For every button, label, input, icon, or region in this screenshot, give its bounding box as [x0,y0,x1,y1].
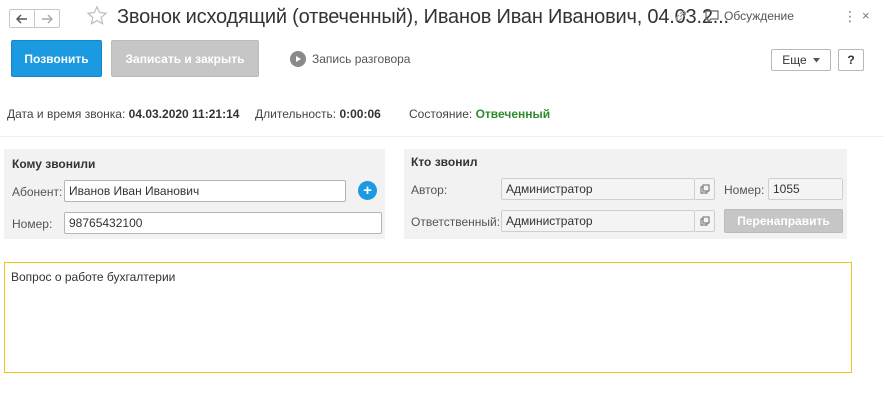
more-button[interactable]: Еще [771,49,831,71]
forward-button[interactable] [34,9,60,28]
save-and-close-button[interactable]: Записать и закрыть [111,40,259,77]
call-state: Состояние: Отвеченный [409,107,550,121]
close-icon[interactable]: × [862,8,870,23]
open-responsible-button[interactable] [695,210,715,232]
back-button[interactable] [9,9,35,28]
favorite-star-icon[interactable] [86,5,108,30]
call-recording-label: Запись разговора [312,52,411,66]
redirect-button[interactable]: Перенаправить [724,209,843,233]
comment-textarea[interactable]: Вопрос о работе бухгалтерии [4,262,852,373]
discussion-button[interactable]: Обсуждение [705,9,794,23]
call-recording-button[interactable]: Запись разговора [290,51,410,67]
callee-number-label: Номер: [12,217,53,231]
call-datetime-label: Дата и время звонка: [7,107,126,121]
arrow-left-icon [16,13,27,24]
subscriber-label: Абонент: [12,185,63,199]
call-state-value: Отвеченный [475,107,551,121]
open-icon [700,216,709,226]
help-button[interactable]: ? [838,49,864,71]
call-duration-value: 0:00:06 [339,107,381,121]
responsible-label: Ответственный: [411,215,501,229]
callee-number-field[interactable]: 98765432100 [64,212,382,234]
add-subscriber-icon[interactable]: + [358,181,377,200]
play-icon [290,51,306,67]
caller-number-field[interactable]: 1055 [768,178,843,200]
chat-icon [705,9,719,23]
call-datetime-value: 04.03.2020 11:21:14 [128,107,240,121]
chevron-down-icon [812,57,820,62]
call-state-label: Состояние: [409,107,473,121]
caller-panel-title: Кто звонил [411,155,478,169]
call-datetime: Дата и время звонка: 04.03.2020 11:21:14 [7,107,239,121]
link-icon[interactable] [674,9,688,26]
subscriber-field[interactable]: Иванов Иван Иванович [64,180,346,202]
open-author-button[interactable] [695,178,715,200]
author-label: Автор: [411,183,448,197]
more-label: Еще [782,53,807,67]
more-actions-icon[interactable]: ⋮ [843,8,857,25]
author-field[interactable]: Администратор [501,178,695,200]
open-icon [700,184,709,194]
call-duration: Длительность: 0:00:06 [255,107,381,121]
caller-number-label: Номер: [724,183,765,197]
discussion-label: Обсуждение [724,9,794,23]
title-bar: Звонок исходящий (отвеченный), Иванов Ив… [0,0,884,36]
arrow-right-icon [42,13,53,24]
divider [0,136,884,137]
responsible-field[interactable]: Администратор [501,210,695,232]
call-button[interactable]: Позвонить [11,40,102,77]
page-title: Звонок исходящий (отвеченный), Иванов Ив… [117,6,729,28]
callee-panel-title: Кому звонили [12,157,96,171]
call-duration-label: Длительность: [255,107,337,121]
